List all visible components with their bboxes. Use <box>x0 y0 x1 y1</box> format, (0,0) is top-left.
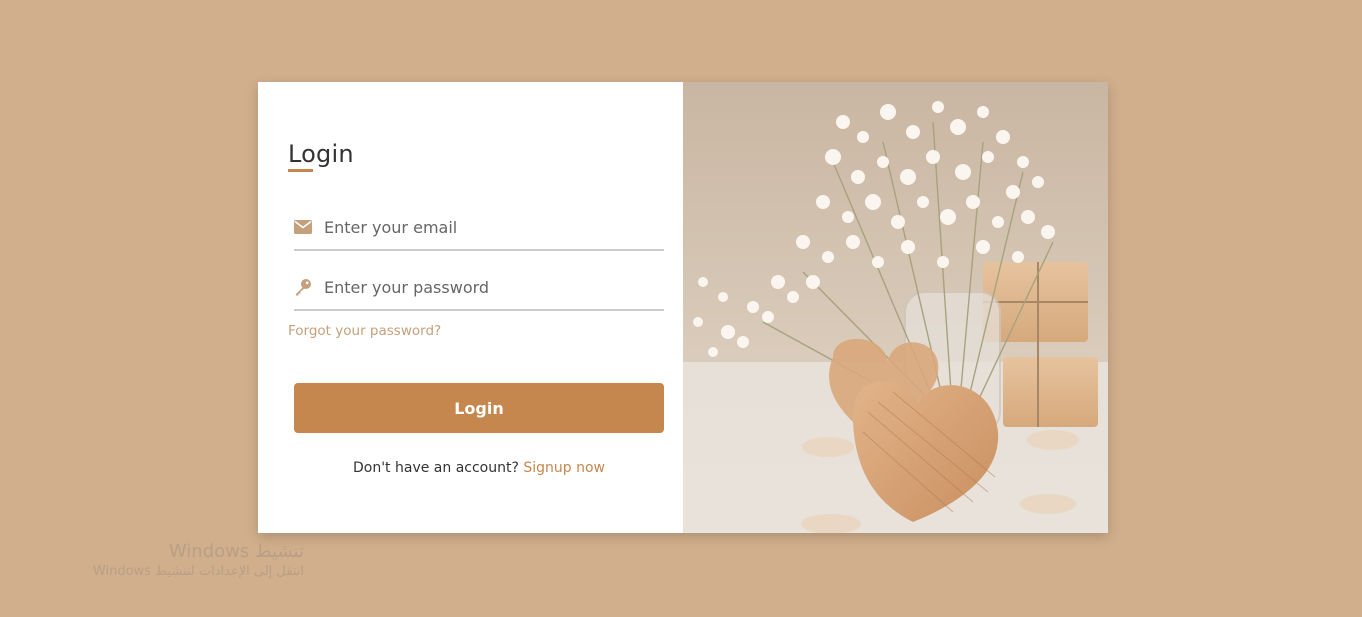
email-field <box>294 205 664 251</box>
login-button[interactable]: Login <box>294 383 664 433</box>
title-underline <box>288 169 313 172</box>
password-input[interactable] <box>324 272 654 302</box>
signup-prompt-text: Don't have an account? <box>352 460 519 476</box>
page-title: Login <box>288 140 354 168</box>
envelope-icon <box>294 217 324 237</box>
email-input[interactable] <box>324 212 654 242</box>
login-form-panel: Login Forgot your password? Lo <box>258 82 683 533</box>
watermark-line-2: انتقل إلى الإعدادات لتنشيط Windows <box>92 564 304 579</box>
decorative-photo <box>683 82 1108 533</box>
signup-prompt: Don't have an account? Signup now <box>294 460 664 476</box>
watermark-line-1: تنشيط Windows <box>168 541 304 562</box>
key-icon <box>294 277 324 297</box>
password-field <box>294 265 664 311</box>
forgot-password-link[interactable]: Forgot your password? <box>288 323 441 339</box>
signup-link[interactable]: Signup now <box>523 460 605 476</box>
windows-activation-watermark: تنشيط Windows انتقل إلى الإعدادات لتنشيط… <box>60 541 304 579</box>
login-card: Login Forgot your password? Lo <box>258 82 1108 533</box>
